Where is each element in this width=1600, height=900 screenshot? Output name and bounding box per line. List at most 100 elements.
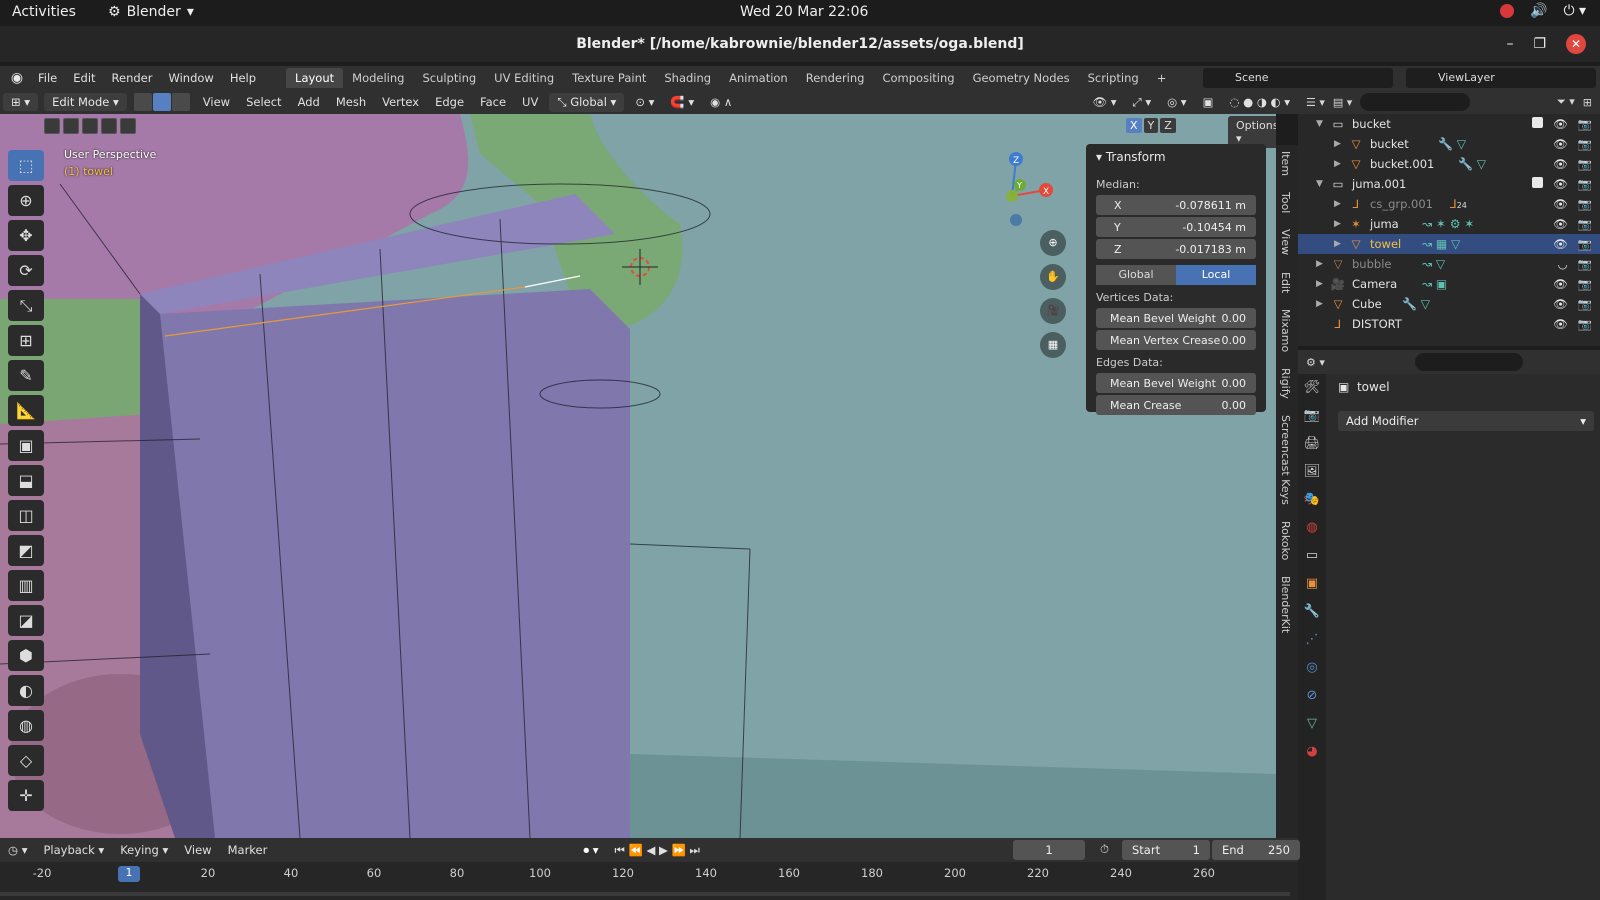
recording-icon[interactable] [1500, 4, 1514, 18]
axis-z-toggle[interactable]: Z [1160, 118, 1176, 133]
timeline-ruler[interactable]: -20 1 20 40 60 80 100 120 140 160 180 20… [0, 862, 1298, 900]
render-icon[interactable]: 📷 [1578, 277, 1592, 291]
output-tab-icon[interactable]: 🖨 [1302, 436, 1322, 454]
eye-icon[interactable]: 👁 [1553, 137, 1568, 151]
select-invert-icon[interactable] [101, 118, 117, 134]
eye-icon[interactable]: 👁 [1553, 117, 1568, 131]
properties-search-input[interactable] [1414, 353, 1523, 371]
view-layer-tab-icon[interactable]: 🖼 [1302, 464, 1322, 482]
constraints-tab-icon[interactable]: ⊘ [1302, 688, 1322, 706]
cursor-tool[interactable]: ⊕ [8, 185, 44, 216]
menu-window[interactable]: Window [160, 71, 221, 85]
timeline-view-menu[interactable]: View [176, 843, 219, 857]
tab-texture-paint[interactable]: Texture Paint [563, 68, 655, 88]
sidetab-item[interactable]: Item [1276, 145, 1295, 182]
maximize-icon[interactable]: ❐ [1533, 36, 1546, 52]
filter-icon[interactable]: ⏷ ▾ [1557, 95, 1575, 109]
sidetab-blenderkit[interactable]: BlenderKit [1276, 570, 1295, 639]
menu-vertex[interactable]: Vertex [374, 95, 427, 109]
app-menu[interactable]: ⚙ Blender ▾ [108, 4, 194, 20]
sidetab-view[interactable]: View [1276, 223, 1295, 261]
global-button[interactable]: Global [1096, 265, 1176, 285]
system-tray[interactable]: 🔊 ⏻ ▾ [1500, 3, 1586, 19]
shading-modes-icon[interactable]: ◌ ● ◑ ◐ ▾ [1221, 95, 1298, 109]
menu-render[interactable]: Render [104, 71, 161, 85]
expand-icon[interactable]: ▼ [1316, 179, 1330, 189]
clock[interactable]: Wed 20 Mar 22:06 [740, 4, 868, 20]
axis-y-toggle[interactable]: Y [1143, 118, 1159, 133]
axis-gizmo-icon[interactable]: X Z Y [978, 150, 1070, 230]
menu-add[interactable]: Add [290, 95, 328, 109]
space-toggle[interactable]: Global Local [1096, 265, 1256, 285]
tab-sculpting[interactable]: Sculpting [413, 68, 485, 88]
blender-logo-icon[interactable]: ◉ [4, 70, 30, 86]
zoom-icon[interactable]: ⊕ [1040, 230, 1066, 256]
eye-icon[interactable]: 👁 [1553, 237, 1568, 251]
expand-icon[interactable]: ▶ [1334, 239, 1348, 249]
autokey-icon[interactable]: ⏺ ▾ [575, 843, 606, 858]
local-button[interactable]: Local [1176, 265, 1256, 285]
eye-icon[interactable]: 👁 [1553, 197, 1568, 211]
object-tab-icon[interactable]: ▣ [1302, 576, 1322, 594]
collection-tab-icon[interactable]: ▭ [1302, 548, 1322, 566]
scene-selector[interactable]: Scene [1203, 68, 1393, 88]
tab-uv-editing[interactable]: UV Editing [485, 68, 563, 88]
select-intersect-icon[interactable] [120, 118, 136, 134]
bevel-tool[interactable]: ◩ [8, 535, 44, 566]
render-icon[interactable]: 📷 [1578, 197, 1592, 211]
keying-menu[interactable]: Keying ▾ [112, 843, 176, 857]
visibility-icon[interactable]: 👁 ▾ [1084, 95, 1124, 109]
close-icon[interactable]: ✕ [1566, 34, 1586, 54]
modifier-tab-icon[interactable]: 🔧 [1302, 604, 1322, 622]
eye-icon[interactable]: 👁 [1553, 217, 1568, 231]
overlay-icon[interactable]: ◎ ▾ [1159, 95, 1194, 109]
outliner-row-bucket-collection[interactable]: ▼ ▭ bucket 👁 📷 [1298, 114, 1600, 134]
stopwatch-icon[interactable]: ⏱ [1100, 842, 1109, 857]
outliner-row-bubble[interactable]: ▶ ▽ bubble ↝ ▽ ◡ 📷 [1298, 254, 1600, 274]
display-mode-icon[interactable]: ▤ ▾ [1333, 96, 1352, 109]
start-frame-field[interactable]: Start 1 [1122, 840, 1210, 860]
menu-view[interactable]: View [195, 95, 238, 109]
tab-shading[interactable]: Shading [655, 68, 720, 88]
expand-icon[interactable]: ▶ [1334, 139, 1348, 149]
sidetab-edit[interactable]: Edit [1276, 266, 1295, 299]
timeline-scrollbar[interactable] [0, 892, 1290, 896]
select-subtract-icon[interactable] [82, 118, 98, 134]
knife-tool[interactable]: ◪ [8, 605, 44, 636]
outliner-editor-icon[interactable]: ☰ ▾ [1306, 96, 1325, 109]
render-icon[interactable]: 📷 [1578, 117, 1592, 131]
orientation-dropdown[interactable]: ⤡ Global ▾ [549, 92, 625, 112]
render-icon[interactable]: 📷 [1578, 317, 1592, 331]
timeline-editor-icon[interactable]: ◷ ▾ [0, 843, 35, 857]
scale-tool[interactable]: ⤡ [8, 290, 44, 321]
checkbox-icon[interactable] [1532, 177, 1544, 188]
select-extend-icon[interactable] [63, 118, 79, 134]
menu-face[interactable]: Face [472, 95, 514, 109]
mode-dropdown[interactable]: Edit Mode ▾ [44, 93, 127, 111]
sidetab-rokoko[interactable]: Rokoko [1276, 515, 1295, 566]
mean-crease-field[interactable]: Mean Crease 0.00 [1096, 395, 1256, 415]
edge-slide-tool[interactable]: ◇ [8, 745, 44, 776]
annotate-tool[interactable]: ✎ [8, 360, 44, 391]
sidetab-mixamo[interactable]: Mixamo [1276, 303, 1295, 358]
scene-tab-icon[interactable]: 🎭 [1302, 492, 1322, 510]
gizmo-icon[interactable]: ⤢ ▾ [1124, 95, 1159, 110]
smooth-tool[interactable]: ◍ [8, 710, 44, 741]
median-z-field[interactable]: Z -0.017183 m [1096, 239, 1256, 259]
3d-viewport[interactable]: X Y Z Options ▾ User Perspective (1) tow… [0, 114, 1276, 838]
transform-panel-title[interactable]: ▾ Transform [1096, 150, 1256, 164]
end-frame-field[interactable]: End 250 [1212, 840, 1300, 860]
edge-select-icon[interactable] [152, 93, 171, 111]
move-tool[interactable]: ✥ [8, 220, 44, 251]
tool-tab-icon[interactable]: 🛠 [1302, 380, 1322, 398]
transform-tool[interactable]: ⊞ [8, 325, 44, 356]
outliner-row-towel[interactable]: ▶ ▽ towel ↝ ▦ ▽ 👁 📷 [1298, 234, 1600, 254]
view-layer-selector[interactable]: ViewLayer [1406, 68, 1596, 88]
outliner-row-distort[interactable]: ⅃ DISTORT 👁 📷 [1298, 314, 1600, 334]
add-modifier-dropdown[interactable]: Add Modifier ▾ [1338, 411, 1594, 431]
playback-controls[interactable]: ⏮ ⏪ ◀ ▶ ⏩ ⏭ [607, 843, 708, 858]
physics-tab-icon[interactable]: ◎ [1302, 660, 1322, 678]
marker-menu[interactable]: Marker [220, 843, 276, 857]
world-tab-icon[interactable]: ◍ [1302, 520, 1322, 538]
expand-icon[interactable]: ▶ [1316, 259, 1330, 269]
